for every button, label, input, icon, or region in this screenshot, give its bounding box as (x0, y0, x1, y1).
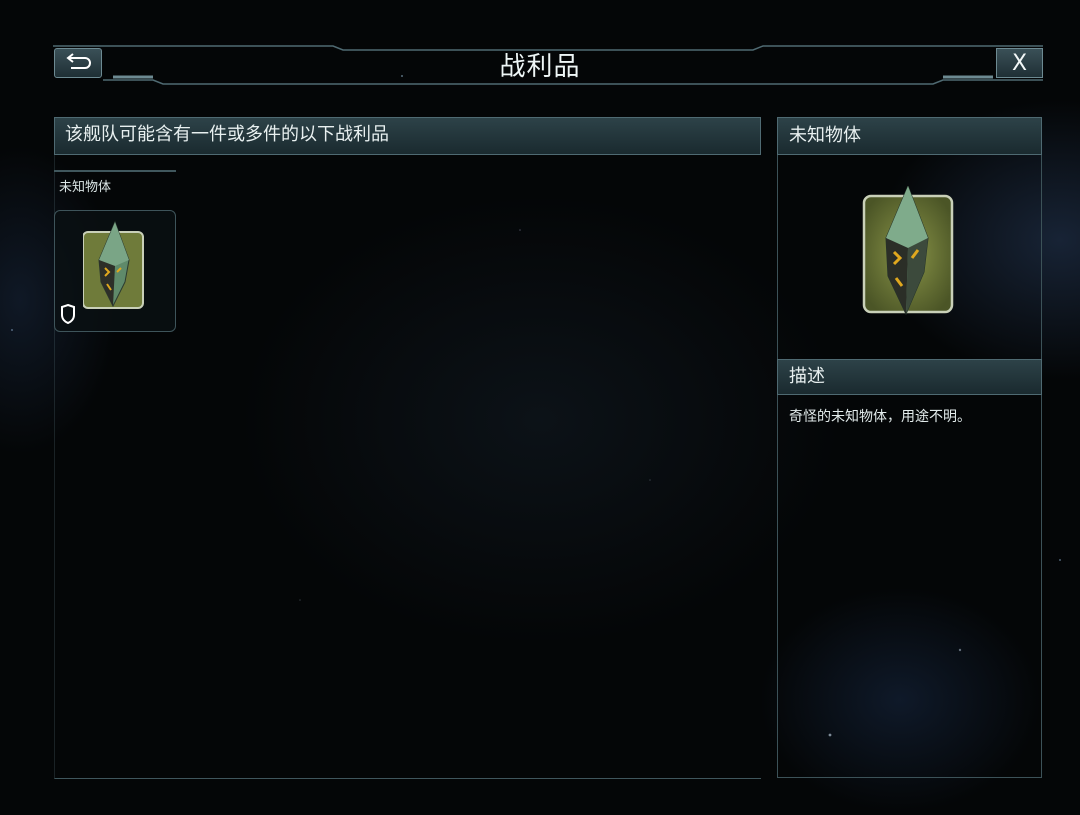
description-text: 奇怪的未知物体，用途不明。 (789, 409, 971, 425)
unknown-object-large-icon (862, 184, 956, 326)
loot-item-label: 未知物体 (59, 180, 112, 195)
close-button[interactable]: X (996, 48, 1043, 78)
shield-icon (60, 303, 76, 328)
description-heading: 描述 (789, 366, 825, 387)
item-label-divider (54, 170, 176, 172)
loot-panel-heading: 该舰队可能含有一件或多件的以下战利品 (65, 124, 389, 145)
description-body (777, 395, 1042, 778)
page-title: 战利品 (499, 52, 581, 82)
detail-item-name: 未知物体 (789, 125, 861, 146)
unknown-object-icon (82, 220, 145, 324)
